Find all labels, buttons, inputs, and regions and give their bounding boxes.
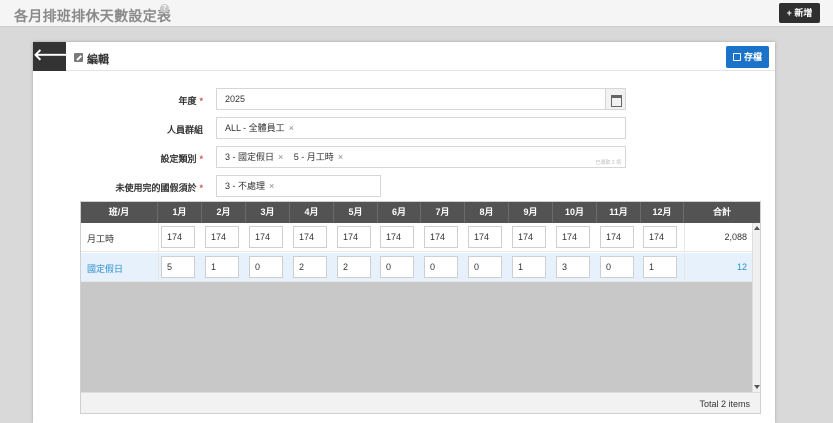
unused-label-text: 未使用完的國假須於 bbox=[115, 183, 197, 193]
group-tag-text: ALL - 全體員工 bbox=[225, 123, 285, 133]
selection-count-hint: 已選取 2 項 bbox=[595, 160, 621, 166]
group-label: 人員群組 bbox=[43, 123, 203, 136]
month-input[interactable]: 2 bbox=[293, 256, 327, 278]
month-input[interactable]: 0 bbox=[380, 256, 414, 278]
calendar-icon[interactable] bbox=[605, 89, 625, 109]
category-tag-text: 5 - 月工時 bbox=[293, 152, 334, 162]
edit-icon bbox=[74, 53, 83, 62]
group-tag: ALL - 全體員工 × bbox=[225, 118, 294, 138]
unused-label: 未使用完的國假須於 * bbox=[43, 181, 203, 194]
required-mark: * bbox=[199, 154, 203, 164]
year-label-text: 年度 bbox=[178, 96, 197, 106]
unused-tag: 3 - 不處理 × bbox=[225, 176, 274, 196]
month-input[interactable]: 174 bbox=[249, 226, 283, 248]
month-input[interactable]: 0 bbox=[600, 256, 634, 278]
header-cell: 合計 bbox=[712, 207, 731, 217]
column-divider bbox=[158, 223, 159, 252]
month-input[interactable]: 174 bbox=[380, 226, 414, 248]
unused-field[interactable]: 3 - 不處理 × bbox=[216, 175, 381, 197]
month-input[interactable]: 1 bbox=[205, 256, 239, 278]
month-input[interactable]: 174 bbox=[556, 226, 590, 248]
header-cell: 8月 bbox=[465, 202, 509, 223]
remove-tag-icon[interactable]: × bbox=[278, 152, 283, 162]
category-tag: 3 - 國定假日 × bbox=[225, 147, 283, 167]
month-input[interactable]: 174 bbox=[512, 226, 546, 248]
category-label: 設定類別 * bbox=[43, 152, 203, 165]
header-cell: 6月 bbox=[378, 202, 421, 223]
background-band bbox=[0, 27, 833, 41]
header-cell: 12月 bbox=[641, 202, 684, 223]
group-field[interactable]: ALL - 全體員工 × bbox=[216, 117, 626, 139]
row-label: 月工時 bbox=[87, 234, 115, 244]
panel-title: 編輯 bbox=[87, 54, 109, 66]
floppy-disk-icon bbox=[733, 53, 741, 61]
year-label: 年度 * bbox=[43, 94, 203, 107]
required-mark: * bbox=[199, 96, 203, 106]
row-total: 12 bbox=[736, 262, 747, 272]
year-field[interactable]: 2025 bbox=[216, 88, 626, 110]
header-cell: 10月 bbox=[553, 202, 597, 223]
month-input[interactable]: 3 bbox=[556, 256, 590, 278]
save-button[interactable]: 存檔 bbox=[726, 46, 769, 68]
scroll-down-icon[interactable] bbox=[754, 385, 760, 389]
save-label: 存檔 bbox=[744, 52, 763, 62]
help-icon[interactable]: ? bbox=[160, 4, 169, 13]
required-mark: * bbox=[199, 183, 203, 193]
month-input[interactable]: 1 bbox=[643, 256, 677, 278]
grid-footer: Total 2 items bbox=[81, 392, 760, 413]
column-divider bbox=[684, 253, 685, 282]
category-field[interactable]: 3 - 國定假日 × 5 - 月工時 × 已選取 2 項 bbox=[216, 146, 626, 168]
category-tag-text: 3 - 國定假日 bbox=[225, 152, 275, 162]
add-button[interactable]: + 新增 bbox=[779, 3, 820, 23]
month-input[interactable]: 0 bbox=[424, 256, 458, 278]
group-label-text: 人員群組 bbox=[166, 125, 203, 135]
month-input[interactable]: 174 bbox=[293, 226, 327, 248]
row-total: 2,088 bbox=[724, 232, 747, 242]
remove-tag-icon[interactable]: × bbox=[338, 152, 343, 162]
remove-tag-icon[interactable]: × bbox=[289, 123, 294, 133]
header-cell: 4月 bbox=[290, 202, 334, 223]
month-input[interactable]: 174 bbox=[468, 226, 502, 248]
month-input[interactable]: 174 bbox=[205, 226, 239, 248]
page-title: 各月排班排休天數設定表 bbox=[14, 8, 172, 24]
unused-tag-text: 3 - 不處理 bbox=[225, 181, 266, 191]
table-row[interactable]: 國定假日 5 1 0 2 2 0 0 0 1 3 0 1 12 bbox=[81, 253, 753, 282]
column-divider bbox=[684, 223, 685, 252]
month-input[interactable]: 0 bbox=[468, 256, 502, 278]
header-cell: 2月 bbox=[202, 202, 246, 223]
month-input[interactable]: 174 bbox=[600, 226, 634, 248]
remove-tag-icon[interactable]: × bbox=[269, 181, 274, 191]
vertical-scrollbar[interactable] bbox=[752, 223, 760, 392]
header-cell: 3月 bbox=[246, 202, 290, 223]
header-cell: 5月 bbox=[334, 202, 378, 223]
category-tag: 5 - 月工時 × bbox=[294, 147, 343, 167]
top-bar: 各月排班排休天數設定表 ? + 新增 bbox=[0, 0, 833, 27]
month-input[interactable]: 5 bbox=[161, 256, 195, 278]
schedule-grid: 班/月 1月 2月 3月 4月 5月 6月 7月 8月 9月 10月 11月 1… bbox=[80, 201, 761, 414]
column-divider bbox=[158, 253, 159, 282]
month-input[interactable]: 2 bbox=[337, 256, 371, 278]
back-button[interactable]: 🡐 bbox=[33, 42, 76, 71]
category-label-text: 設定類別 bbox=[160, 154, 197, 164]
header-cell: 班/月 bbox=[81, 202, 158, 223]
month-input[interactable]: 1 bbox=[512, 256, 546, 278]
grid-header: 班/月 1月 2月 3月 4月 5月 6月 7月 8月 9月 10月 11月 1… bbox=[81, 202, 760, 223]
scroll-up-icon[interactable] bbox=[754, 226, 760, 230]
month-input[interactable]: 174 bbox=[643, 226, 677, 248]
month-input[interactable]: 174 bbox=[424, 226, 458, 248]
header-cell: 7月 bbox=[421, 202, 465, 223]
month-input[interactable]: 174 bbox=[337, 226, 371, 248]
month-input[interactable]: 174 bbox=[161, 226, 195, 248]
grid-empty-area bbox=[81, 282, 753, 392]
panel-header: 🡐 編輯 存檔 bbox=[33, 42, 775, 71]
header-cell: 11月 bbox=[597, 202, 641, 223]
table-row: 月工時 174 174 174 174 174 174 174 174 174 … bbox=[81, 223, 753, 252]
header-cell: 1月 bbox=[158, 202, 202, 223]
total-items: Total 2 items bbox=[699, 399, 750, 409]
month-input[interactable]: 0 bbox=[249, 256, 283, 278]
year-value: 2025 bbox=[225, 94, 246, 104]
header-cell: 9月 bbox=[509, 202, 553, 223]
row-label: 國定假日 bbox=[87, 264, 124, 274]
